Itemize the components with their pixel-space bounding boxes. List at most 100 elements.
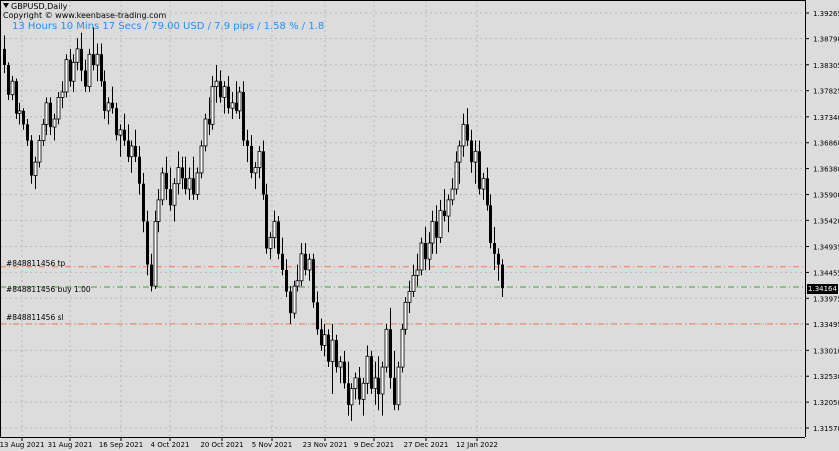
candle-body-up: [361, 382, 366, 400]
candle-body-down: [262, 151, 265, 195]
chart-window[interactable]: 1.39265 1.38790 1.38305 1.37825 1.37340 1.368…: [0, 0, 839, 451]
candle-body-up: [380, 366, 385, 395]
candle-body-up: [172, 183, 177, 206]
candle-body-up: [438, 210, 443, 239]
candle-body-down: [92, 54, 95, 66]
candle-body-down: [285, 269, 288, 292]
candle-body-down: [242, 92, 245, 141]
candle-body-up: [415, 269, 420, 276]
candle-body-up: [203, 118, 208, 147]
candle-body-down: [127, 140, 130, 157]
candle-body-down: [327, 334, 330, 362]
price-tick-label: 1.38305: [813, 62, 839, 70]
candle-body-down: [393, 377, 396, 405]
candle-body-up: [195, 172, 200, 195]
candle-body-down: [146, 221, 149, 265]
candle-body-down: [443, 210, 446, 217]
time-axis: 13 Aug 2021 31 Aug 2021 16 Sep 2021 4 Oct 2…: [0, 437, 498, 449]
candle-body-up: [384, 328, 389, 368]
candle-body-down: [84, 70, 87, 87]
candle-body-down: [26, 124, 29, 141]
candle-body-up: [56, 97, 61, 120]
candle-body-down: [470, 140, 473, 163]
candle-body-up: [373, 377, 378, 390]
candle-body-down: [192, 178, 195, 195]
candle-body-up: [118, 129, 123, 136]
candle-body-up: [450, 188, 455, 201]
candle-body-up: [299, 253, 304, 282]
candle-body-up: [411, 274, 416, 292]
candle-body-down: [181, 167, 184, 179]
candle-body-down: [138, 156, 141, 184]
candle-body-up: [365, 355, 370, 384]
time-tick-label: 27 Dec 2021: [404, 441, 449, 449]
candle-body-down: [335, 340, 338, 368]
time-tick-label: 12 Jan 2022: [456, 441, 498, 449]
candle-body-down: [304, 253, 307, 270]
candle-body-down: [478, 151, 481, 190]
candle-body-up: [44, 102, 49, 125]
candle-body-up: [75, 48, 80, 63]
candle-body-down: [466, 124, 469, 141]
candle-body-down: [100, 54, 103, 82]
candle-body-down: [486, 178, 489, 206]
candle-body-up: [446, 199, 451, 217]
candles: [3, 27, 504, 421]
candle-body-down: [49, 102, 52, 128]
candle-body-up: [292, 285, 297, 314]
candle-body-up: [457, 145, 462, 163]
candle-body-down: [347, 383, 350, 405]
candle-body-down: [165, 172, 168, 190]
candle-body-up: [427, 242, 432, 260]
candle-body-up: [160, 172, 165, 201]
candle-body-up: [187, 177, 192, 190]
candle-body-down: [246, 140, 249, 146]
price-tick-label: 1.33495: [813, 321, 839, 329]
candle-body-down: [289, 291, 292, 314]
price-tick-label: 1.33975: [813, 295, 839, 303]
candle-body-up: [454, 161, 459, 190]
candle-body-up: [407, 291, 412, 303]
candle-body-up: [71, 61, 76, 82]
candle-body-up: [349, 388, 354, 406]
symbol-timeframe-label: GBPUSD,Daily: [3, 2, 67, 11]
price-tick-label: 1.31570: [813, 425, 839, 433]
candle-body-down: [489, 205, 492, 244]
candle-body-down: [208, 118, 211, 125]
order-sl-label: #848811456 sl: [6, 313, 64, 322]
candle-body-up: [257, 150, 262, 168]
candle-body-down: [80, 48, 83, 71]
candle-body-down: [184, 178, 187, 190]
candle-body-up: [87, 53, 92, 88]
time-tick-label: 5 Nov 2021: [252, 441, 292, 449]
candle-body-down: [358, 377, 361, 400]
candle-body-down: [493, 243, 496, 254]
candle-body-up: [214, 80, 219, 88]
price-tick-label: 1.38790: [813, 36, 839, 44]
time-tick-label: 4 Oct 2021: [151, 441, 190, 449]
candle-body-up: [52, 118, 57, 128]
candle-body-down: [281, 253, 284, 270]
time-tick-label: 31 Aug 2021: [48, 441, 93, 449]
candle-body-down: [501, 264, 504, 289]
candle-body-up: [37, 140, 42, 163]
candle-body-down: [169, 189, 172, 206]
candle-body-up: [33, 161, 38, 177]
candle-body-down: [370, 356, 373, 389]
candle-body-up: [222, 86, 227, 98]
candle-body-up: [473, 150, 478, 163]
candle-body-down: [15, 81, 18, 114]
candlestick-chart[interactable]: 1.39265 1.38790 1.38305 1.37825 1.37340 1.368…: [0, 0, 839, 451]
candle-body-down: [497, 253, 500, 265]
candle-body-up: [230, 102, 235, 109]
price-tick-label: 1.37825: [813, 88, 839, 96]
time-tick-label: 9 Dec 2021: [354, 441, 394, 449]
candle-body-down: [265, 194, 268, 249]
candle-body-up: [430, 221, 435, 244]
price-tick-label: 1.37340: [813, 114, 839, 122]
candle-body-up: [295, 280, 300, 287]
candle-body-up: [176, 167, 181, 185]
time-tick-label: 13 Aug 2021: [0, 441, 44, 449]
price-tick-label: 1.32050: [813, 399, 839, 407]
symbol-timeframe-text: GBPUSD,Daily: [11, 2, 68, 11]
